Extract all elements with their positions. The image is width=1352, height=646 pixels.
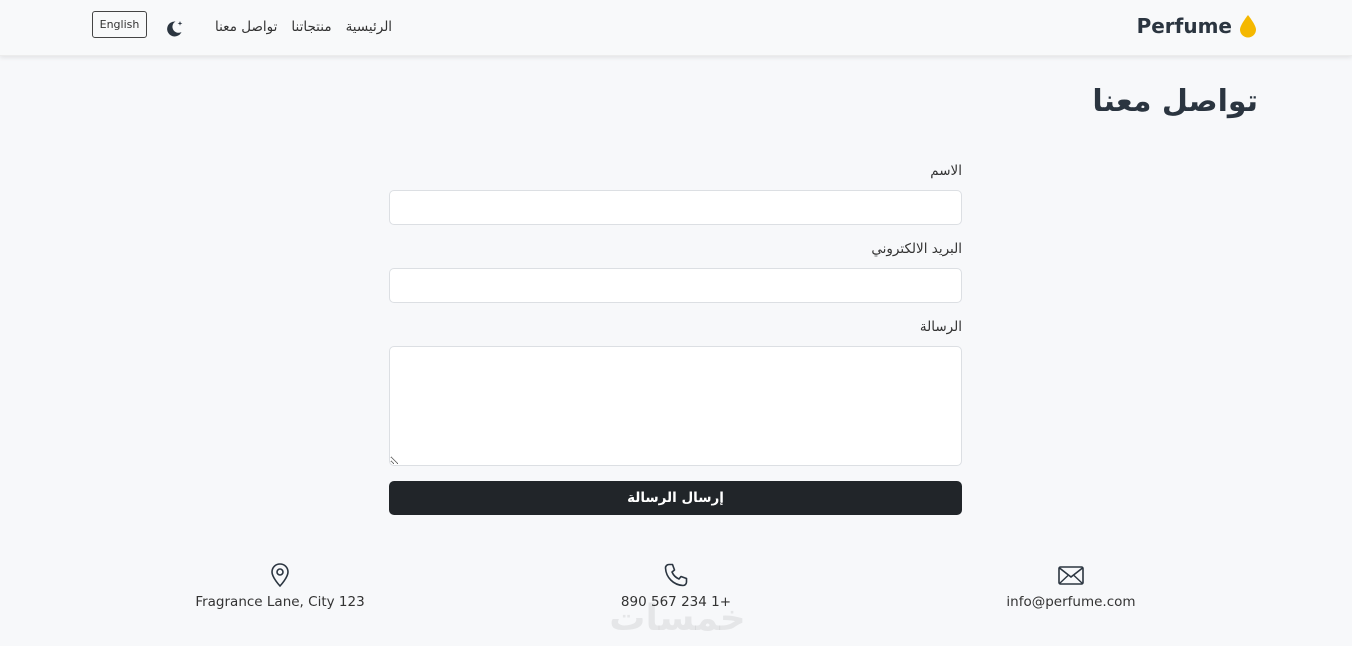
map-pin-icon <box>271 563 289 588</box>
phone-icon <box>664 563 688 587</box>
name-label: الاسم <box>930 163 962 179</box>
name-group: الاسم <box>389 160 962 225</box>
brand[interactable]: Perfume <box>1137 14 1258 38</box>
contact-address: Fragrance Lane, City 123 <box>180 562 380 610</box>
moon-icon[interactable] <box>163 17 185 39</box>
email-text: info@perfume.com <box>1006 594 1136 610</box>
submit-button[interactable]: إرسال الرسالة <box>389 481 962 515</box>
language-button[interactable]: English <box>92 11 147 38</box>
nav-link-products[interactable]: منتجاتنا <box>291 19 331 35</box>
envelope-icon <box>1058 566 1084 585</box>
nav-link-contact[interactable]: تواصل معنا <box>215 19 277 35</box>
message-group: الرسالة <box>389 316 962 466</box>
email-input[interactable] <box>389 268 962 303</box>
drop-icon <box>1240 15 1256 38</box>
name-input[interactable] <box>389 190 962 225</box>
nav-link-home[interactable]: الرئيسية <box>346 19 393 35</box>
phone-text: +1 234 567 890 <box>620 594 732 610</box>
contact-email: info@perfume.com <box>971 562 1171 610</box>
email-group: البريد الالكتروني <box>389 238 962 303</box>
nav-links: الرئيسية منتجاتنا تواصل معنا <box>215 19 392 35</box>
brand-name: Perfume <box>1136 14 1232 38</box>
page-title: تواصل معنا <box>1092 84 1258 119</box>
contact-phone: +1 234 567 890 <box>576 562 776 610</box>
message-textarea[interactable] <box>389 346 962 466</box>
message-label: الرسالة <box>919 319 962 335</box>
email-label: البريد الالكتروني <box>871 241 962 257</box>
address-text: Fragrance Lane, City 123 <box>195 594 365 610</box>
navbar: Perfume الرئيسية منتجاتنا تواصل معنا Eng… <box>0 0 1352 56</box>
